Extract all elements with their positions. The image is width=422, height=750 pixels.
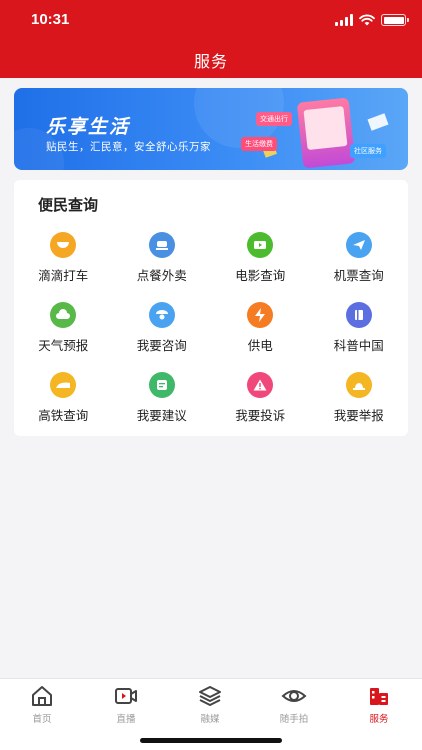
service-movie[interactable]: 电影查询 bbox=[211, 232, 310, 286]
takeout-icon bbox=[148, 232, 175, 258]
service-label: 天气预报 bbox=[38, 338, 89, 353]
page-title: 服务 bbox=[193, 52, 228, 71]
service-science[interactable]: 科普中国 bbox=[310, 302, 409, 356]
suggest-icon bbox=[148, 372, 175, 398]
home-icon bbox=[32, 686, 52, 706]
tab-label: 直播 bbox=[116, 714, 136, 725]
tab-label: 融媒 bbox=[200, 714, 220, 725]
media-icon bbox=[199, 686, 221, 706]
section-title: 便民查询 bbox=[38, 196, 99, 214]
signal-icon bbox=[335, 14, 353, 26]
consult-icon bbox=[148, 302, 175, 328]
service-didi-taxi[interactable]: 滴滴打车 bbox=[14, 232, 113, 286]
service-icon bbox=[370, 688, 388, 705]
tab-home[interactable]: 首页 bbox=[0, 685, 84, 725]
service-label: 我要咨询 bbox=[136, 338, 187, 353]
service-label: 点餐外卖 bbox=[136, 268, 187, 283]
service-consult[interactable]: 我要咨询 bbox=[113, 302, 212, 356]
service-suggestion[interactable]: 我要建议 bbox=[113, 372, 212, 426]
home-indicator bbox=[140, 738, 282, 743]
promo-banner[interactable]: 乐享生活 贴民生，汇民意，安全舒心乐万家 bbox=[14, 88, 408, 170]
service-label: 机票查询 bbox=[333, 268, 384, 283]
service-label: 高铁查询 bbox=[38, 408, 89, 423]
service-report[interactable]: 我要举报 bbox=[310, 372, 409, 426]
report-icon bbox=[345, 372, 372, 398]
phone-illustration-icon bbox=[296, 97, 356, 169]
service-label: 电影查询 bbox=[235, 268, 286, 283]
service-grid: 滴滴打车 点餐外卖 电影查询 机票查询 天气预报 我要咨询 供电 科普中国 高铁… bbox=[14, 232, 408, 426]
service-label: 我要建议 bbox=[136, 408, 187, 423]
weather-icon bbox=[50, 302, 77, 328]
tab-label: 随手拍 bbox=[279, 714, 309, 725]
service-complaint[interactable]: 我要投诉 bbox=[211, 372, 310, 426]
service-food-delivery[interactable]: 点餐外卖 bbox=[113, 232, 212, 286]
wifi-icon bbox=[359, 14, 375, 26]
service-label: 我要举报 bbox=[333, 408, 384, 423]
service-weather[interactable]: 天气预报 bbox=[14, 302, 113, 356]
complaint-icon bbox=[247, 372, 274, 398]
taxi-icon bbox=[50, 232, 77, 258]
status-icons bbox=[335, 13, 409, 27]
paper-plane-icon bbox=[367, 113, 389, 131]
tab-label: 首页 bbox=[32, 714, 52, 725]
service-highspeed-rail[interactable]: 高铁查询 bbox=[14, 372, 113, 426]
tab-live[interactable]: 直播 bbox=[84, 685, 168, 725]
service-label: 我要投诉 bbox=[235, 408, 286, 423]
service-flight[interactable]: 机票查询 bbox=[310, 232, 409, 286]
power-icon bbox=[247, 302, 274, 328]
convenience-services-card: 便民查询 滴滴打车 点餐外卖 电影查询 机票查询 天气预报 我要咨询 供电 科普… bbox=[14, 180, 408, 436]
tab-media[interactable]: 融媒 bbox=[168, 685, 252, 725]
banner-tag: 社区服务 bbox=[350, 144, 386, 158]
banner-title: 乐享生活 bbox=[46, 116, 131, 138]
service-label: 科普中国 bbox=[333, 338, 384, 353]
service-label: 供电 bbox=[247, 338, 273, 353]
top-header: 10:31 服务 bbox=[0, 0, 422, 78]
service-label: 滴滴打车 bbox=[38, 268, 89, 283]
status-bar: 10:31 bbox=[0, 0, 422, 40]
tab-service[interactable]: 服务 bbox=[337, 685, 421, 725]
train-icon bbox=[50, 372, 77, 398]
movie-icon bbox=[247, 232, 274, 258]
banner-subtitle: 贴民生，汇民意，安全舒心乐万家 bbox=[46, 141, 211, 153]
status-time: 10:31 bbox=[31, 11, 70, 28]
banner-tag: 交通出行 bbox=[256, 112, 292, 126]
service-power[interactable]: 供电 bbox=[211, 302, 310, 356]
tab-label: 服务 bbox=[369, 714, 389, 725]
plane-icon bbox=[345, 232, 372, 258]
live-icon bbox=[115, 688, 137, 704]
book-icon bbox=[345, 302, 372, 328]
tab-snapshot[interactable]: 随手拍 bbox=[252, 685, 336, 725]
banner-tag: 生活缴费 bbox=[241, 137, 277, 151]
eye-icon bbox=[281, 690, 307, 702]
battery-icon bbox=[381, 14, 409, 26]
